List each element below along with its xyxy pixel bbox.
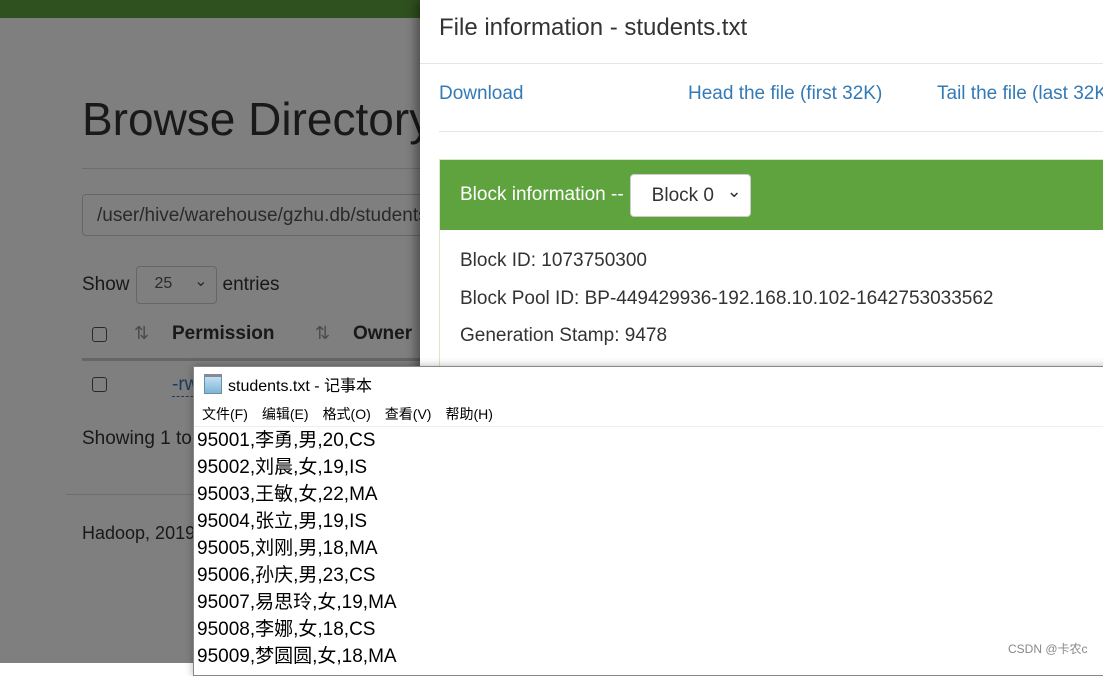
block-select[interactable]: Block 0 [629,173,751,217]
window-title: students.txt - 记事本 [228,378,373,395]
text-line: 95005,刘刚,男,18,MA [197,538,378,559]
text-line: 95001,李勇,男,20,CS [197,430,376,451]
panel-heading: Block information -- Block 0 [440,160,1103,230]
block-pool-id: Block Pool ID: BP-449429936-192.168.10.1… [460,288,994,309]
text-line: 95009,梦圆圆,女,18,MA [197,646,397,667]
menu-edit[interactable]: 编辑(E) [262,404,309,424]
text-line: 95007,易思玲,女,19,MA [197,592,397,613]
text-line: 95002,刘晨,女,19,IS [197,457,368,478]
menu-format[interactable]: 格式(O) [323,404,371,424]
notepad-window: students.txt - 记事本 文件(F) 编辑(E) 格式(O) 查看(… [193,366,1103,676]
menu-help[interactable]: 帮助(H) [445,404,492,424]
modal-title: File information - students.txt [439,14,748,41]
text-line: 95008,李娜,女,18,CS [197,619,376,640]
tail-file-link[interactable]: Tail the file (last 32K) [937,83,1103,105]
menu-view[interactable]: 查看(V) [385,404,432,424]
block-info-label: Block information -- [460,184,624,205]
text-area[interactable]: 95001,李勇,男,20,CS 95002,刘晨,女,19,IS 95003,… [194,427,1103,670]
generation-stamp: Generation Stamp: 9478 [460,325,668,346]
text-line: 95003,王敏,女,22,MA [197,484,378,505]
notepad-titlebar[interactable]: students.txt - 记事本 [194,367,1103,401]
notepad-icon [204,374,222,394]
divider [439,131,1103,132]
text-line: 95006,孙庆,男,23,CS [197,565,376,586]
download-link[interactable]: Download [439,83,524,105]
block-info-panel: Block information -- Block 0 Block ID: 1… [439,159,1103,379]
text-line: 95004,张立,男,19,IS [197,511,368,532]
menu-file[interactable]: 文件(F) [202,404,248,424]
head-file-link[interactable]: Head the file (first 32K) [688,83,882,105]
divider [420,63,1103,64]
watermark: CSDN @卡农c [1008,642,1088,656]
block-id: Block ID: 1073750300 [460,250,647,271]
menu-bar: 文件(F) 编辑(E) 格式(O) 查看(V) 帮助(H) [194,401,1103,427]
